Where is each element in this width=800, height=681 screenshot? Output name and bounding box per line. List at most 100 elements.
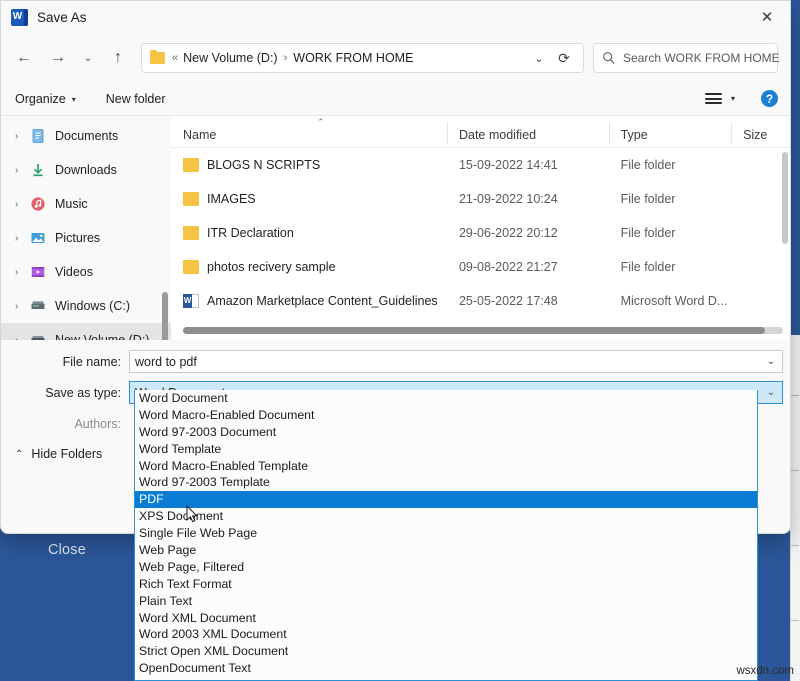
sidebar-item-label: Downloads [55,163,117,177]
file-list-header: ⌃ Name Date modified Type Size [171,116,790,148]
column-header-size[interactable]: Size [731,128,790,142]
sort-ascending-icon: ⌃ [317,117,325,128]
sidebar-item-documents[interactable]: › Documents [1,119,171,153]
breadcrumb-item-0[interactable]: New Volume (D:) [183,51,277,65]
dropdown-option-word-document[interactable]: Word Document [135,390,757,407]
forward-button[interactable]: → [41,42,75,74]
file-date-cell: 15-09-2022 14:41 [447,158,609,172]
dropdown-option-plain-text[interactable]: Plain Text [135,593,757,610]
navigation-tree: › Documents › [1,116,171,340]
table-row[interactable]: Amazon Marketplace Content_Guidelines 25… [171,284,790,318]
column-header-name[interactable]: Name [171,128,447,142]
chevron-right-icon[interactable]: › [15,131,30,142]
table-row[interactable]: IMAGES 21-09-2022 10:24 File folder [171,182,790,216]
sidebar-item-music[interactable]: › Music [1,187,171,221]
dropdown-option-pdf[interactable]: PDF [135,491,757,508]
chevron-down-icon: ▾ [72,95,76,104]
organize-label: Organize [15,92,66,106]
watermark: wsxdn.com [736,665,794,677]
authors-label: Authors: [1,417,129,431]
recent-locations-button[interactable]: ⌄ [75,42,101,74]
forward-icon: → [50,50,66,66]
chevron-down-icon: ⌄ [83,53,92,64]
sidebar-item-downloads[interactable]: › Downloads [1,153,171,187]
chevron-right-icon[interactable]: › [15,199,30,210]
sidebar-item-videos[interactable]: › Videos [1,255,171,289]
organize-button[interactable]: Organize ▾ [15,92,76,106]
dropdown-option-single-file-web-page[interactable]: Single File Web Page [135,525,757,542]
view-options-icon[interactable] [705,93,722,104]
table-row[interactable]: BLOGS N SCRIPTS 15-09-2022 14:41 File fo… [171,148,790,182]
breadcrumb-item-1[interactable]: WORK FROM HOME [293,51,413,65]
new-folder-label: New folder [106,92,166,106]
close-glyph: ✕ [761,10,774,25]
breadcrumb-overflow-icon[interactable]: « [172,52,178,64]
documents-icon [30,128,46,144]
drive-icon [30,332,46,340]
file-name-label: File name: [1,355,129,369]
dropdown-option-rich-text-format[interactable]: Rich Text Format [135,576,757,593]
table-row[interactable]: photos recivery sample 09-08-2022 21:27 … [171,250,790,284]
file-name-cell: Amazon Marketplace Content_Guidelines [171,294,447,309]
chevron-down-icon[interactable]: ⌄ [760,382,782,403]
up-button[interactable]: ↑ [101,42,135,74]
file-date-cell: 09-08-2022 21:27 [447,260,609,274]
column-header-date-modified[interactable]: Date modified [447,128,609,142]
file-type-cell: File folder [609,192,731,206]
column-header-type[interactable]: Type [609,128,731,142]
dropdown-option-word-97-2003-document[interactable]: Word 97-2003 Document [135,424,757,441]
arrow-up-icon: ↑ [114,50,122,66]
dropdown-option-word-macro-enabled-document[interactable]: Word Macro-Enabled Document [135,407,757,424]
dialog-titlebar: Save As ✕ [1,1,790,34]
folder-icon [183,158,199,172]
chevron-right-icon[interactable]: › [15,233,30,244]
file-name-text: IMAGES [207,192,256,206]
save-as-type-dropdown-list[interactable]: Word Document Word Macro-Enabled Documen… [134,390,758,681]
address-chevron-down-icon[interactable]: ⌄ [527,52,551,65]
file-name-cell: IMAGES [171,192,447,207]
hide-folders-button[interactable]: ⌃ Hide Folders [15,447,102,461]
refresh-icon[interactable]: ⟳ [551,50,577,67]
file-name-text: ITR Declaration [207,226,294,240]
close-icon[interactable]: ✕ [744,1,790,34]
search-placeholder: Search WORK FROM HOME [623,51,780,65]
sidebar-item-windows-c[interactable]: › Windows (C:) [1,289,171,323]
word-doc-icon [183,294,199,308]
file-type-cell: Microsoft Word D... [609,294,731,308]
view-chevron-down-icon[interactable]: ▾ [731,94,735,103]
chevron-down-icon[interactable]: ⌄ [760,351,782,372]
dropdown-option-word-template[interactable]: Word Template [135,441,757,458]
dropdown-option-word-2003-xml-document[interactable]: Word 2003 XML Document [135,626,757,643]
dropdown-option-web-page[interactable]: Web Page [135,542,757,559]
dropdown-option-xps-document[interactable]: XPS Document [135,508,757,525]
sidebar-item-new-volume-d[interactable]: › New Volume (D:) [1,323,171,340]
dropdown-option-strict-open-xml-document[interactable]: Strict Open XML Document [135,643,757,660]
chevron-right-icon[interactable]: › [15,165,30,176]
dropdown-option-opendocument-text[interactable]: OpenDocument Text [135,660,757,677]
back-button[interactable]: ← [7,42,41,74]
file-type-cell: File folder [609,226,731,240]
address-bar[interactable]: « New Volume (D:) › WORK FROM HOME ⌄ ⟳ [141,43,584,73]
table-row[interactable]: ITR Declaration 29-06-2022 20:12 File fo… [171,216,790,250]
back-icon: ← [16,50,32,66]
dropdown-option-word-97-2003-template[interactable]: Word 97-2003 Template [135,474,757,491]
dropdown-option-web-page-filtered[interactable]: Web Page, Filtered [135,559,757,576]
search-box[interactable]: Search WORK FROM HOME [593,43,778,73]
navigation-bar: ← → ⌄ ↑ « New Volume (D:) › WORK FROM HO… [1,34,790,82]
sidebar-item-label: Windows (C:) [55,299,130,313]
sidebar-item-label: Music [55,197,88,211]
chevron-right-icon[interactable]: › [15,301,30,312]
sidebar-item-label: Videos [55,265,93,279]
file-list-horizontal-scrollbar[interactable] [183,327,783,334]
dropdown-option-word-macro-enabled-template[interactable]: Word Macro-Enabled Template [135,458,757,475]
chevron-right-icon[interactable]: › [15,267,30,278]
mouse-cursor [186,505,198,524]
backstage-close-label: Close [48,542,86,558]
help-icon[interactable]: ? [761,90,778,107]
dropdown-option-word-xml-document[interactable]: Word XML Document [135,610,757,627]
file-name-input[interactable]: word to pdf ⌄ [129,350,783,373]
sidebar-item-pictures[interactable]: › Pictures [1,221,171,255]
new-folder-button[interactable]: New folder [106,92,166,106]
file-list-vertical-scrollbar[interactable] [782,152,788,244]
tree-scrollbar-thumb[interactable] [162,292,168,340]
